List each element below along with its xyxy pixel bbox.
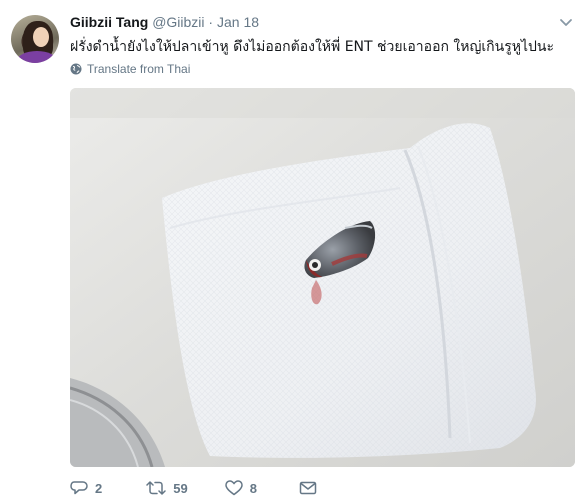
translate-label: Translate from Thai: [87, 62, 191, 76]
reply-count: 2: [95, 480, 103, 496]
globe-icon: [70, 63, 82, 75]
retweet-icon: [146, 481, 166, 495]
photo-image: [70, 88, 575, 467]
envelope-icon: [299, 481, 317, 495]
tweet-text: ฝรั่งดำน้ำยังไงให้ปลาเข้าหู ดึงไม่ออกต้อ…: [70, 39, 554, 55]
direct-message-button[interactable]: [299, 480, 317, 496]
like-count: 8: [249, 480, 257, 496]
avatar[interactable]: [11, 15, 59, 63]
like-button[interactable]: 8: [224, 480, 257, 496]
action-bar: 2 59 8: [70, 480, 317, 496]
translate-link[interactable]: Translate from Thai: [70, 62, 190, 76]
tweet-header: Giibzii Tang @Giibzii · Jan 18: [70, 14, 259, 30]
author-handle[interactable]: @Giibzii: [152, 14, 204, 30]
author-name[interactable]: Giibzii Tang: [70, 14, 148, 30]
separator-dot: ·: [208, 14, 214, 30]
retweet-count: 59: [173, 480, 188, 496]
tweet-date[interactable]: Jan 18: [217, 14, 259, 30]
retweet-button[interactable]: 59: [146, 480, 188, 496]
reply-icon: [70, 481, 88, 495]
chevron-down-icon[interactable]: [558, 14, 574, 30]
heart-icon: [224, 480, 243, 496]
tweet-photo[interactable]: [70, 88, 575, 467]
tweet: Giibzii Tang @Giibzii · Jan 18 ฝรั่งดำน้…: [0, 0, 587, 503]
reply-button[interactable]: 2: [70, 480, 102, 496]
